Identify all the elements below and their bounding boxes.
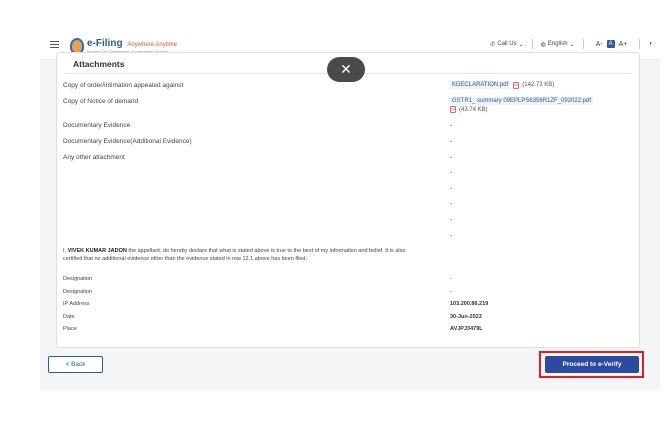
- attachment-label: Copy of Notice of demand: [63, 98, 139, 105]
- divider: [531, 39, 533, 49]
- detail-label: Date: [63, 314, 75, 320]
- attachment-file: KDECLARATION.pdf pdf (142.73 KB): [450, 81, 554, 89]
- language-menu[interactable]: ◍ English ⌄: [541, 41, 575, 48]
- detail-label: Designation: [63, 276, 93, 282]
- appellant-name: VIVEK KUMAR JADON: [67, 248, 127, 254]
- font-normal-button[interactable]: A: [606, 40, 615, 48]
- date-value: 30-Jun-2023: [450, 314, 482, 320]
- attachment-value: -: [450, 232, 453, 239]
- header-utilities: ✆ Call Us ⌄ ◍ English ⌄ A- A A+ ◑: [490, 39, 652, 49]
- detail-value: -: [450, 276, 452, 282]
- attachment-label: Copy of order/intimation appealed agains…: [63, 82, 184, 89]
- attachment-file: GSTR1_ summary 09EPLPS6356R1ZF_092022.pd…: [450, 97, 594, 113]
- attachment-value: -: [450, 122, 453, 129]
- declaration-text: I, VIVEK KUMAR JADON the appellant, do h…: [63, 248, 406, 262]
- logo-tagline: Anywhere Anytime: [127, 41, 178, 48]
- attachment-label: Documentary Evidence(Additional Evidence…: [63, 138, 192, 145]
- ip-address-value: 103.200.86.219: [450, 301, 489, 307]
- attachment-value: -: [450, 138, 453, 145]
- detail-label: IP Address: [63, 301, 90, 307]
- attachment-value: -: [450, 216, 453, 223]
- call-us-menu[interactable]: ✆ Call Us ⌄: [490, 41, 523, 48]
- file-link[interactable]: KDECLARATION.pdf: [450, 81, 511, 89]
- pdf-icon: pdf: [450, 106, 456, 113]
- chevron-down-icon: ⌄: [569, 41, 575, 48]
- file-link[interactable]: GSTR1_ summary 09EPLPS6356R1ZF_092022.pd…: [450, 97, 594, 105]
- file-size: (142.73 KB): [522, 82, 555, 88]
- divider: [582, 39, 584, 49]
- attachment-value: -: [450, 185, 453, 192]
- chevron-down-icon: ⌄: [518, 41, 524, 48]
- detail-label: Place: [63, 326, 77, 332]
- phone-icon: ✆: [490, 41, 496, 48]
- attachment-value: -: [450, 154, 453, 161]
- card-title: Attachments: [73, 59, 125, 69]
- globe-icon: ◍: [540, 41, 546, 48]
- close-button[interactable]: ✕: [327, 57, 365, 82]
- attachment-value: -: [450, 200, 453, 207]
- attachment-value: -: [450, 169, 453, 176]
- logo-title: e-Filing: [87, 37, 123, 49]
- pdf-icon: pdf: [513, 81, 520, 89]
- hamburger-menu-icon[interactable]: [50, 41, 59, 48]
- detail-value: -: [450, 289, 452, 295]
- attachment-label: Documentary Evidence: [63, 122, 131, 129]
- contrast-icon[interactable]: ◑: [648, 41, 652, 47]
- font-decrease-button[interactable]: A-: [592, 41, 607, 48]
- proceed-to-everify-button[interactable]: Proceed to e-Verify: [545, 356, 639, 373]
- back-button[interactable]: < Back: [48, 356, 103, 373]
- file-size: (43.74 KB): [459, 106, 488, 113]
- detail-label: Designation: [63, 289, 93, 295]
- place-value: AVJPJ3479L: [450, 326, 483, 332]
- font-increase-button[interactable]: A+: [615, 41, 632, 48]
- attachment-label: Any other attachment: [63, 154, 125, 161]
- close-icon: ✕: [340, 61, 352, 77]
- divider: [639, 39, 641, 49]
